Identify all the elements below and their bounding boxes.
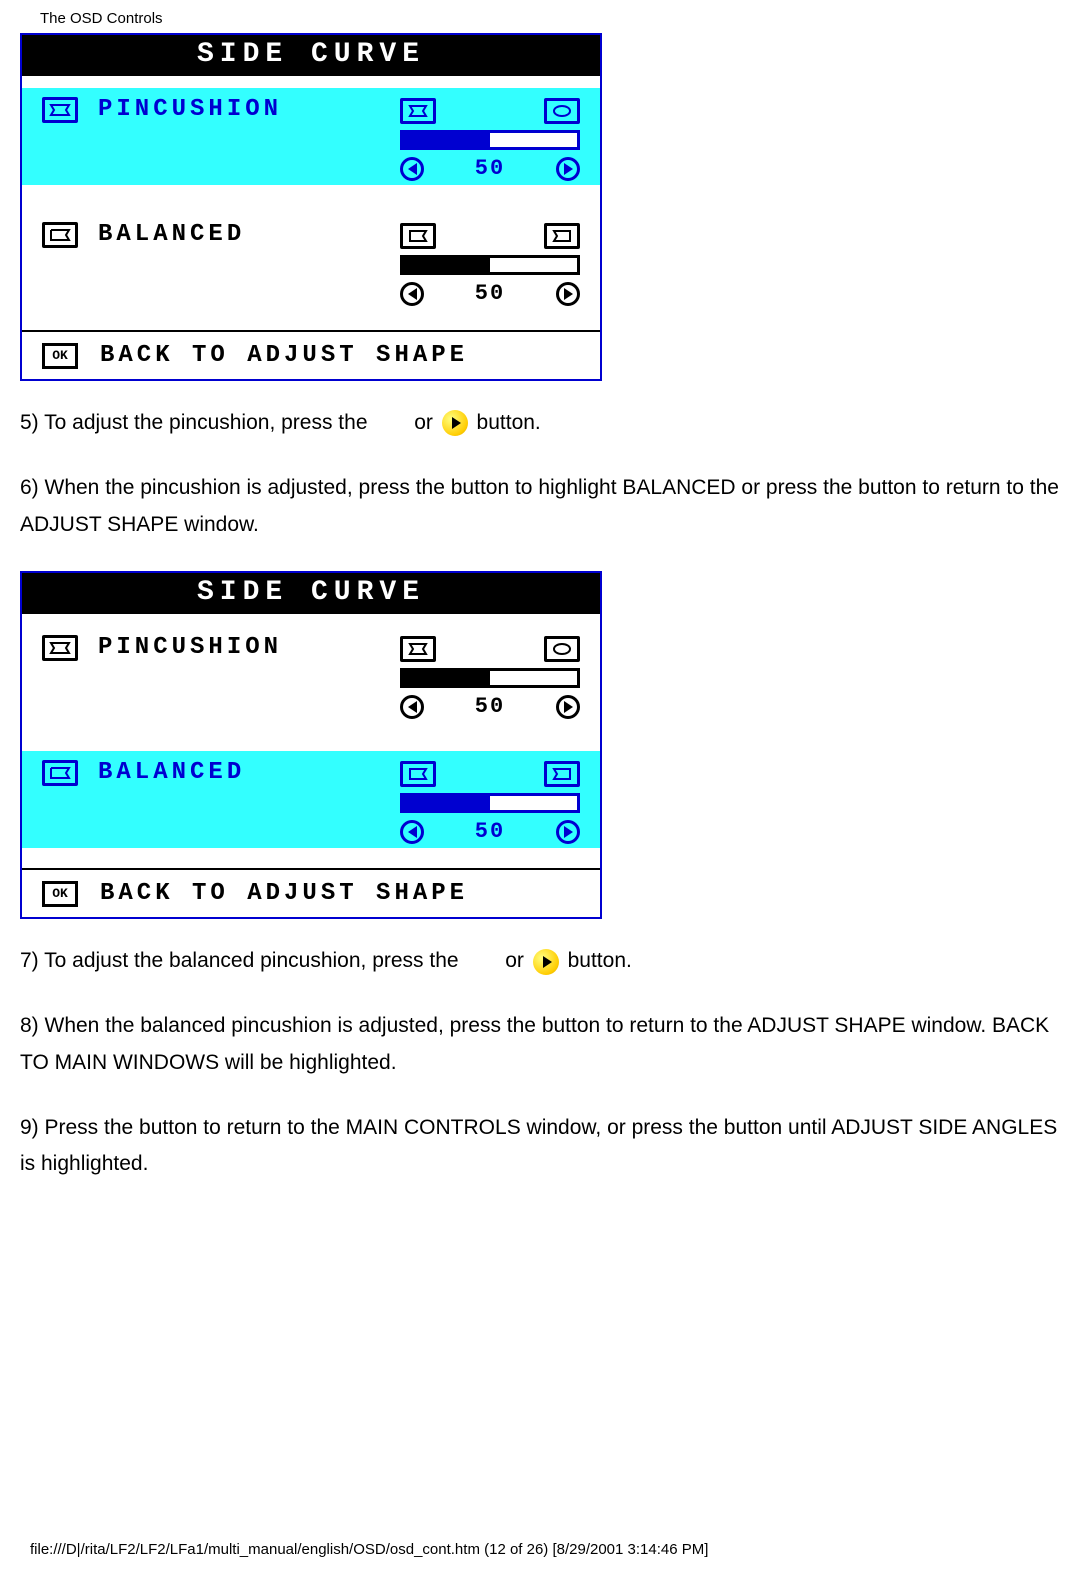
balanced-icon [42, 760, 78, 786]
osd-footer[interactable]: OK BACK TO ADJUST SHAPE [22, 330, 600, 379]
shape-concave-icon [400, 636, 436, 662]
right-arrow-icon [442, 410, 468, 436]
shape-concave-icon [400, 98, 436, 124]
arrow-left-button[interactable] [400, 820, 424, 844]
page-header: The OSD Controls [0, 0, 1080, 33]
arrow-right-button[interactable] [556, 820, 580, 844]
shape-left-icon [400, 761, 436, 787]
ok-icon: OK [42, 881, 78, 907]
shape-right-icon [544, 761, 580, 787]
footer-path: file:///D|/rita/LF2/LF2/LFa1/multi_manua… [0, 1211, 1080, 1574]
pincushion-icon [42, 97, 78, 123]
instruction-step-5: 5) To adjust the pincushion, press the o… [20, 405, 1060, 442]
balanced-icon [42, 222, 78, 248]
instruction-step-9: 9) Press the button to return to the MAI… [20, 1110, 1060, 1184]
slider-bar[interactable] [400, 130, 580, 150]
slider-bar[interactable] [400, 255, 580, 275]
osd-row-balanced[interactable]: BALANCED 50 [22, 751, 600, 848]
osd-footer[interactable]: OK BACK TO ADJUST SHAPE [22, 868, 600, 917]
balanced-value: 50 [475, 819, 505, 844]
osd-title: SIDE CURVE [22, 35, 600, 76]
pincushion-value: 50 [475, 156, 505, 181]
balanced-label: BALANCED [98, 221, 245, 248]
ok-icon: OK [42, 343, 78, 369]
osd-panel-1: SIDE CURVE PINCUSHION 50 [20, 33, 602, 381]
balanced-label: BALANCED [98, 759, 245, 786]
osd-footer-label: BACK TO ADJUST SHAPE [100, 880, 468, 907]
pincushion-value: 50 [475, 694, 505, 719]
arrow-left-button[interactable] [400, 157, 424, 181]
arrow-right-button[interactable] [556, 695, 580, 719]
instruction-step-7: 7) To adjust the balanced pincushion, pr… [20, 943, 1060, 980]
pincushion-label: PINCUSHION [98, 634, 282, 661]
balanced-value: 50 [475, 281, 505, 306]
osd-panel-2: SIDE CURVE PINCUSHION 50 [20, 571, 602, 919]
shape-left-icon [400, 223, 436, 249]
instruction-step-8: 8) When the balanced pincushion is adjus… [20, 1008, 1060, 1082]
osd-row-balanced[interactable]: BALANCED 50 [22, 213, 600, 310]
arrow-left-button[interactable] [400, 695, 424, 719]
arrow-right-button[interactable] [556, 157, 580, 181]
shape-convex-icon [544, 98, 580, 124]
arrow-right-button[interactable] [556, 282, 580, 306]
slider-bar[interactable] [400, 668, 580, 688]
shape-convex-icon [544, 636, 580, 662]
shape-right-icon [544, 223, 580, 249]
instruction-step-6: 6) When the pincushion is adjusted, pres… [20, 470, 1060, 544]
osd-row-pincushion[interactable]: PINCUSHION 50 [22, 88, 600, 185]
pincushion-label: PINCUSHION [98, 96, 282, 123]
osd-title: SIDE CURVE [22, 573, 600, 614]
slider-bar[interactable] [400, 793, 580, 813]
arrow-left-button[interactable] [400, 282, 424, 306]
pincushion-icon [42, 635, 78, 661]
osd-footer-label: BACK TO ADJUST SHAPE [100, 342, 468, 369]
right-arrow-icon [533, 949, 559, 975]
osd-row-pincushion[interactable]: PINCUSHION 50 [22, 626, 600, 723]
